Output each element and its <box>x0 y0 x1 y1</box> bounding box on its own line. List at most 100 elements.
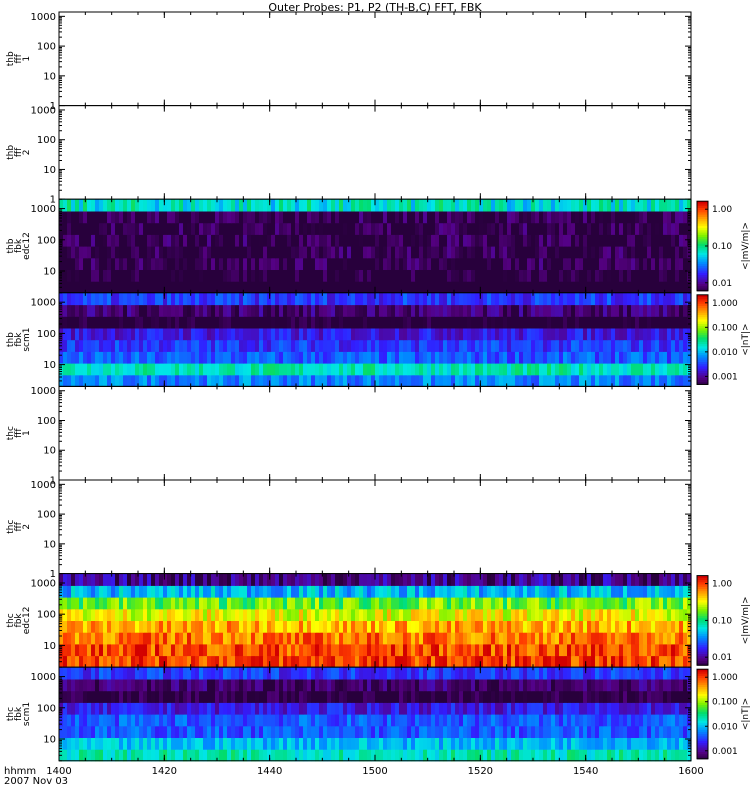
spectrogram-cell <box>247 597 252 610</box>
spectrogram-cell <box>179 374 184 387</box>
spectrogram-cell <box>611 643 616 657</box>
spectrogram-cell <box>83 269 88 282</box>
spectrogram-cell <box>679 210 684 224</box>
spectrogram-cell <box>631 199 636 212</box>
spectrogram-cell <box>491 620 496 633</box>
spectrogram-cell <box>667 749 672 762</box>
spectrogram-cell <box>419 281 424 294</box>
spectrogram-cell <box>423 234 428 247</box>
spectrogram-cell <box>303 222 308 235</box>
spectrogram-cell <box>179 655 184 668</box>
spectrogram-cell <box>471 246 476 259</box>
spectrogram-cell <box>419 632 424 645</box>
spectrogram-cell <box>283 620 288 633</box>
spectrogram-cell <box>375 374 380 387</box>
spectrogram-cell <box>523 316 528 329</box>
spectrogram-cell <box>211 304 216 317</box>
spectrogram-cell <box>423 210 428 224</box>
spectrogram-cell <box>643 597 648 610</box>
spectrogram-cell <box>187 363 192 376</box>
spectrogram-cell <box>355 210 360 224</box>
spectrogram-cell <box>483 234 488 247</box>
spectrogram-cell <box>135 655 140 668</box>
spectrogram-cell <box>419 327 424 341</box>
spectrogram-cell <box>359 269 364 282</box>
spectrogram-cell <box>523 351 528 364</box>
spectrogram-cell <box>267 246 272 259</box>
spectrogram-cell <box>167 222 172 235</box>
spectrogram-cell <box>627 585 632 598</box>
spectrogram-cell <box>399 632 404 645</box>
spectrogram-cell <box>227 351 232 364</box>
spectrogram-cell <box>423 632 428 645</box>
spectrogram-cell <box>435 573 440 586</box>
spectrogram-cell <box>679 292 684 306</box>
spectrogram-cell <box>71 257 76 270</box>
spectrogram-cell <box>535 327 540 341</box>
spectrogram-cell <box>439 643 444 657</box>
spectrogram-cell <box>143 222 148 235</box>
panel-1: 1000100101thbfff1 <box>6 11 692 112</box>
spectrogram-cell <box>219 573 224 586</box>
spectrogram-cell <box>503 257 508 270</box>
spectrogram-cell <box>383 234 388 247</box>
spectrogram-cell <box>563 304 568 317</box>
spectrogram-cell <box>247 199 252 212</box>
spectrogram-cell <box>651 269 656 282</box>
spectrogram-cell <box>203 585 208 598</box>
spectrogram-cell <box>571 281 576 294</box>
spectrogram-cell <box>383 363 388 376</box>
spectrogram-cell <box>671 374 676 387</box>
spectrogram-cell <box>203 363 208 376</box>
spectrogram-cell <box>275 643 280 657</box>
spectrogram-cell <box>191 585 196 598</box>
spectrogram-cell <box>291 608 296 621</box>
spectrogram-cell <box>243 257 248 270</box>
spectrogram-cell <box>187 269 192 282</box>
spectrogram-cell <box>67 749 72 762</box>
spectrogram-cell <box>91 655 96 668</box>
spectrogram-cell <box>319 292 324 306</box>
spectrogram-cell <box>119 281 124 294</box>
spectrogram-cell <box>187 632 192 645</box>
spectrogram-cell <box>151 632 156 645</box>
spectrogram-cell <box>167 269 172 282</box>
spectrogram-cell <box>675 608 680 621</box>
spectrogram-cell <box>463 269 468 282</box>
spectrogram-cell <box>411 199 416 212</box>
spectrogram-cell <box>491 281 496 294</box>
spectrogram-cell <box>663 316 668 329</box>
spectrogram-cell <box>543 643 548 657</box>
spectrogram-cell <box>475 632 480 645</box>
spectrogram-cell <box>227 632 232 645</box>
spectrogram-cell <box>379 327 384 341</box>
spectrogram-cell <box>379 374 384 387</box>
spectrogram-cell <box>679 363 684 376</box>
spectrogram-cell <box>527 222 532 235</box>
spectrogram-cell <box>183 597 188 610</box>
spectrogram-cell <box>235 585 240 598</box>
spectrogram-cell <box>471 257 476 270</box>
spectrogram-cell <box>671 749 676 762</box>
spectrogram-cell <box>183 281 188 294</box>
spectrogram-cell <box>391 608 396 621</box>
spectrogram-cell <box>271 363 276 376</box>
spectrogram-cell <box>171 327 176 341</box>
spectrogram-cell <box>483 292 488 306</box>
spectrogram-cell <box>407 597 412 610</box>
spectrogram-cell <box>131 585 136 598</box>
spectrogram-cell <box>99 620 104 633</box>
spectrogram-cell <box>443 246 448 259</box>
spectrogram-cell <box>591 632 596 645</box>
spectrogram-cell <box>247 234 252 247</box>
spectrogram-cell <box>107 749 112 762</box>
spectrogram-cell <box>627 632 632 645</box>
spectrogram-cell <box>95 573 100 586</box>
spectrogram-cell <box>375 632 380 645</box>
spectrogram-cell <box>183 327 188 341</box>
spectrogram-cell <box>395 620 400 633</box>
spectrogram-cell <box>339 351 344 364</box>
spectrogram-cell <box>75 597 80 610</box>
spectrogram-cell <box>551 281 556 294</box>
spectrogram-cell <box>571 316 576 329</box>
